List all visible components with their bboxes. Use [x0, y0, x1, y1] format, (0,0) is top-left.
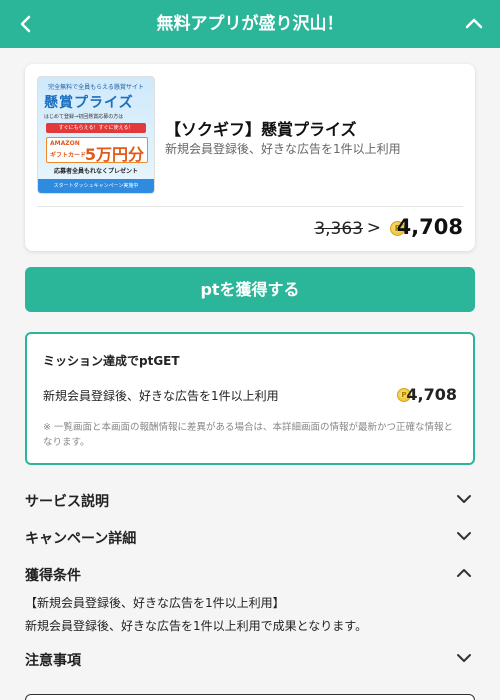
mission-points: 4,708 [406, 385, 457, 404]
chevron-down-icon [457, 495, 471, 503]
old-points: 3,363 [314, 219, 363, 239]
offer-description: 新規会員登録後、好きな広告を1件以上利用 [165, 142, 401, 156]
chevron-down-icon [457, 532, 471, 540]
conditions-line-2: 新規会員登録後、好きな広告を1件以上利用で成果となります。 [25, 619, 368, 633]
section-conditions[interactable]: 獲得条件 [25, 562, 475, 588]
offer-name: 【ソクギフ】懸賞プライズ [165, 120, 357, 139]
app-header: 無料アプリが盛り沢山！ [0, 0, 500, 48]
banner-gift-card: ギフトカード [50, 152, 87, 159]
mission-condition: 新規会員登録後、好きな広告を1件以上利用 [43, 389, 279, 403]
chevron-up-icon[interactable] [460, 10, 488, 38]
get-points-button[interactable]: ptを獲得する [25, 267, 475, 312]
banner-red-strip: すぐにもらえる！すぐに使える！ [46, 123, 146, 133]
mission-note: ※ 一覧画面と本画面の報酬情報に差異がある場合は、本詳細画面の情報が最新かつ正確… [43, 422, 453, 448]
banner-gift-brand: AMAZON [50, 140, 80, 147]
banner-gift-amount: 5万円分 [84, 145, 144, 164]
banner-present-text: 応募者全員もれなくプレゼント [53, 168, 138, 175]
mission-box: ミッション達成でptGET 新規会員登録後、好きな広告を1件以上利用 P 4,7… [25, 332, 475, 465]
section-campaign-label: キャンペーン詳細 [25, 531, 137, 547]
banner-sub-text: はじめて登録→初回懸賞応募の方は [44, 114, 124, 120]
offer-banner-image: 完全無料で全員もらえる懸賞サイト 懸賞プライズ はじめて登録→初回懸賞応募の方は… [37, 76, 155, 194]
section-campaign[interactable]: キャンペーン詳細 [25, 525, 475, 551]
section-notes-label: 注意事項 [25, 653, 81, 669]
conditions-line-1: 【新規会員登録後、好きな広告を1件以上利用】 [25, 596, 285, 610]
banner-top-text: 完全無料で全員もらえる懸賞サイト [48, 84, 144, 91]
section-service-label: サービス説明 [25, 494, 109, 510]
mission-title: ミッション達成でptGET [43, 354, 180, 368]
section-conditions-label: 獲得条件 [25, 568, 81, 584]
banner-title: 懸賞プライズ [44, 95, 134, 111]
section-service[interactable]: サービス説明 [25, 488, 475, 514]
new-points: 4,708 [396, 215, 463, 239]
chevron-up-icon [457, 569, 471, 577]
banner-gift-box: AMAZON ギフトカード 5万円分 [46, 137, 148, 164]
offer-card: 完全無料で全員もらえる懸賞サイト 懸賞プライズ はじめて登録→初回懸賞応募の方は… [25, 64, 475, 251]
bottom-partial-button[interactable] [25, 694, 475, 700]
back-arrow-icon[interactable] [12, 10, 40, 38]
banner-footer-text: スタートダッシュキャンペーン実施中 [38, 179, 154, 193]
section-notes[interactable]: 注意事項 [25, 647, 475, 673]
chevron-down-icon [457, 654, 471, 662]
header-title: 無料アプリが盛り沢山！ [156, 14, 344, 34]
points-arrow: > [366, 218, 381, 238]
card-divider [37, 206, 463, 207]
